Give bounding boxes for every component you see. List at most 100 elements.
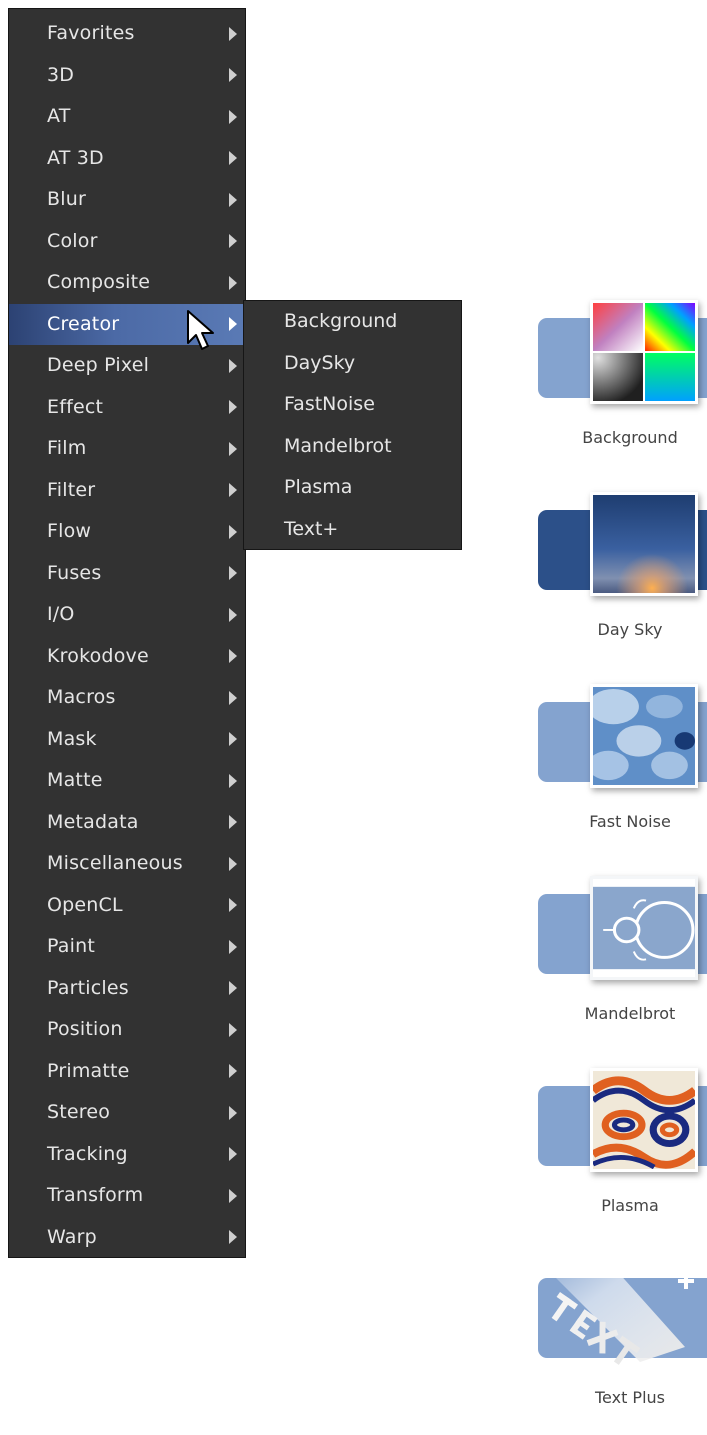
- menu-item-at-3d[interactable]: AT 3D: [9, 138, 245, 180]
- chevron-right-icon: [229, 690, 237, 705]
- background-tool: Background: [520, 300, 707, 475]
- menu-item-transform[interactable]: Transform: [9, 1175, 245, 1217]
- chevron-right-icon: [229, 566, 237, 581]
- menu-item-opencl[interactable]: OpenCL: [9, 885, 245, 927]
- chevron-right-icon: [229, 939, 237, 954]
- plasma-tool-icon: [590, 1068, 698, 1172]
- chevron-right-icon: [229, 1064, 237, 1079]
- tool-label: Plasma: [601, 1196, 659, 1215]
- submenu-item-background[interactable]: Background: [244, 301, 461, 343]
- menu-item-favorites[interactable]: Favorites: [9, 13, 245, 55]
- menu-item-particles[interactable]: Particles: [9, 968, 245, 1010]
- tool-label: Background: [582, 428, 678, 447]
- menu-item-filter[interactable]: Filter: [9, 470, 245, 512]
- menu-item-effect[interactable]: Effect: [9, 387, 245, 429]
- menu-item-color[interactable]: Color: [9, 221, 245, 263]
- chevron-right-icon: [229, 234, 237, 249]
- menu-item-label: Position: [47, 1018, 123, 1040]
- menu-item-mask[interactable]: Mask: [9, 719, 245, 761]
- chevron-right-icon: [229, 856, 237, 871]
- menu-item-blur[interactable]: Blur: [9, 179, 245, 221]
- mouse-pointer-icon: [187, 310, 214, 350]
- chevron-right-icon: [229, 317, 237, 332]
- menu-item-krokodove[interactable]: Krokodove: [9, 636, 245, 678]
- chevron-right-icon: [229, 275, 237, 290]
- menu-item-metadata[interactable]: Metadata: [9, 802, 245, 844]
- chevron-right-icon: [229, 773, 237, 788]
- menu-item-stereo[interactable]: Stereo: [9, 1092, 245, 1134]
- menu-item-paint[interactable]: Paint: [9, 926, 245, 968]
- tool-label: Text Plus: [594, 1388, 665, 1407]
- menu-item-at[interactable]: AT: [9, 96, 245, 138]
- submenu-item-plasma[interactable]: Plasma: [244, 467, 461, 509]
- submenu-item-text-plus[interactable]: Text+: [244, 509, 461, 551]
- menu-item-label: Creator: [47, 312, 120, 335]
- menu-item-label: Paint: [47, 935, 96, 957]
- menu-item-matte[interactable]: Matte: [9, 760, 245, 802]
- menu-item-label: OpenCL: [47, 893, 123, 916]
- daysky-tool: Day Sky: [520, 492, 707, 667]
- menu-item-position[interactable]: Position: [9, 1009, 245, 1051]
- menu-item-label: Matte: [47, 769, 103, 791]
- chevron-right-icon: [229, 192, 237, 207]
- chevron-right-icon: [229, 1147, 237, 1162]
- menu-item-film[interactable]: Film: [9, 428, 245, 470]
- menu-item-label: Filter: [47, 478, 96, 501]
- tools-menu: Favorites 3D AT AT 3D Blur Color Composi…: [8, 8, 246, 1258]
- chevron-right-icon: [229, 1105, 237, 1120]
- chevron-right-icon: [229, 441, 237, 456]
- fastnoise-tool-icon: [587, 684, 698, 788]
- chevron-right-icon: [229, 400, 237, 415]
- chevron-right-icon: [229, 26, 237, 41]
- textplus-tool-icon: [520, 1252, 707, 1372]
- chevron-right-icon: [229, 524, 237, 539]
- menu-item-label: AT: [47, 105, 71, 127]
- chevron-right-icon: [229, 1188, 237, 1203]
- menu-item-label: AT 3D: [47, 146, 104, 169]
- chevron-right-icon: [229, 898, 237, 913]
- chevron-right-icon: [229, 1022, 237, 1037]
- menu-item-label: I/O: [47, 603, 75, 625]
- menu-item-label: 3D: [47, 63, 75, 86]
- tool-label: Day Sky: [597, 620, 663, 639]
- chevron-right-icon: [229, 68, 237, 83]
- daysky-tool-icon: [590, 492, 698, 596]
- menu-item-label: Transform: [47, 1184, 144, 1206]
- menu-item-label: Miscellaneous: [47, 852, 183, 874]
- textplus-tool: Text Plus: [520, 1252, 707, 1435]
- menu-item-io[interactable]: I/O: [9, 594, 245, 636]
- submenu-item-fastnoise[interactable]: FastNoise: [244, 384, 461, 426]
- creator-submenu: Background DaySky FastNoise Mandelbrot P…: [243, 300, 462, 550]
- submenu-item-daysky[interactable]: DaySky: [244, 343, 461, 385]
- chevron-right-icon: [229, 483, 237, 498]
- menu-item-label: Color: [47, 229, 98, 252]
- tool-label: Mandelbrot: [584, 1004, 676, 1023]
- menu-item-warp[interactable]: Warp: [9, 1217, 245, 1259]
- chevron-right-icon: [229, 358, 237, 373]
- menu-item-label: Krokodove: [47, 644, 149, 667]
- menu-item-label: Deep Pixel: [47, 354, 150, 376]
- menu-item-label: Composite: [47, 271, 151, 293]
- submenu-item-mandelbrot[interactable]: Mandelbrot: [244, 426, 461, 468]
- menu-item-3d[interactable]: 3D: [9, 55, 245, 97]
- menu-item-label: Stereo: [47, 1101, 111, 1123]
- chevron-right-icon: [229, 607, 237, 622]
- menu-item-label: Tracking: [47, 1142, 128, 1165]
- menu-item-macros[interactable]: Macros: [9, 677, 245, 719]
- menu-item-miscellaneous[interactable]: Miscellaneous: [9, 843, 245, 885]
- menu-item-fuses[interactable]: Fuses: [9, 553, 245, 595]
- chevron-right-icon: [229, 109, 237, 124]
- chevron-right-icon: [229, 151, 237, 166]
- background-tool-icon: [590, 300, 698, 404]
- chevron-right-icon: [229, 981, 237, 996]
- plasma-tool: Plasma: [520, 1068, 707, 1243]
- chevron-right-icon: [229, 732, 237, 747]
- chevron-right-icon: [229, 649, 237, 664]
- menu-item-primatte[interactable]: Primatte: [9, 1051, 245, 1093]
- menu-item-composite[interactable]: Composite: [9, 262, 245, 304]
- menu-item-tracking[interactable]: Tracking: [9, 1134, 245, 1176]
- menu-item-label: Particles: [47, 976, 129, 999]
- menu-item-label: Metadata: [47, 810, 139, 833]
- menu-item-label: Fuses: [47, 561, 102, 584]
- menu-item-flow[interactable]: Flow: [9, 511, 245, 553]
